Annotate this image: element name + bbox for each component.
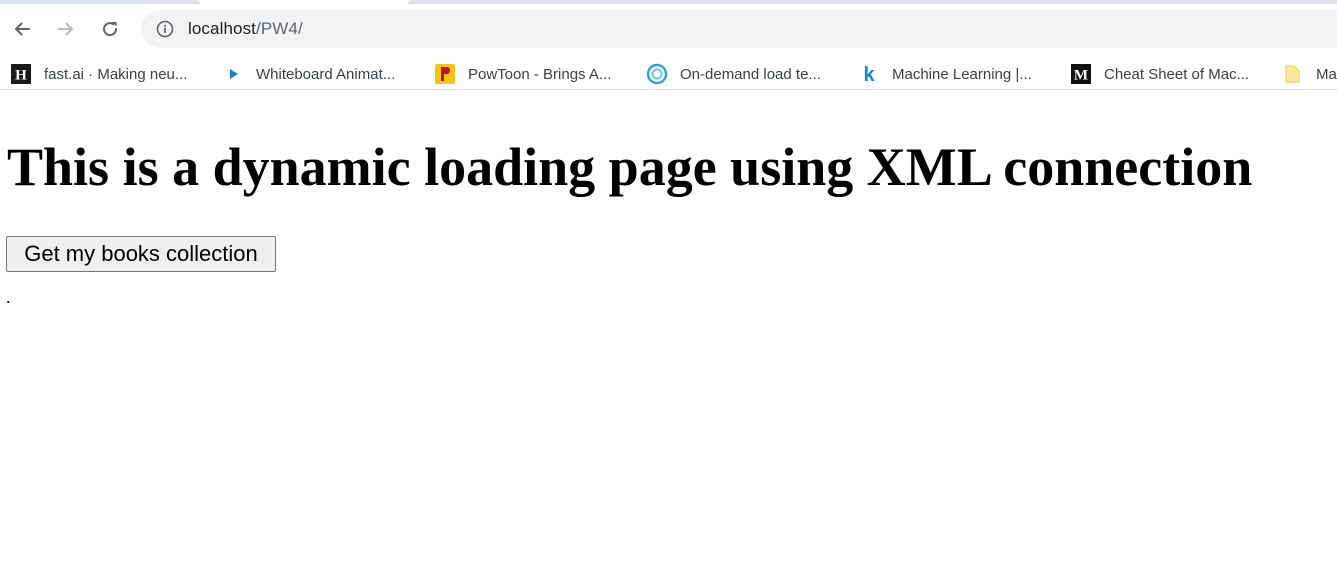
site-info-icon[interactable] [155, 19, 175, 39]
inactive-tab-left[interactable] [0, 0, 200, 4]
bookmark-label: fast.ai · Making neu... [44, 65, 188, 83]
bookmark-item[interactable]: k Machine Learning |... [858, 62, 1032, 86]
page-content: This is a dynamic loading page using XML… [0, 98, 1337, 580]
bookmark-label: PowToon - Brings A... [468, 65, 612, 83]
svg-text:H: H [15, 68, 27, 84]
k-icon: k [858, 63, 880, 85]
medium-m-icon: M [1070, 63, 1092, 85]
bookmark-item[interactable]: Whiteboard Animat... [222, 62, 395, 86]
back-button[interactable] [6, 13, 38, 45]
bookmark-label: On-demand load te... [680, 65, 821, 83]
bookmark-label: Cheat Sheet of Mac... [1104, 65, 1250, 83]
bookmark-label: Machine Learning |... [892, 65, 1032, 83]
bookmark-item[interactable]: PowToon - Brings A... [434, 62, 611, 86]
bookmark-item[interactable]: H fast.ai · Making neu... [10, 62, 187, 86]
get-books-button[interactable]: Get my books collection [6, 236, 276, 272]
powtoon-icon [434, 63, 456, 85]
svg-text:k: k [863, 64, 875, 85]
reload-button[interactable] [94, 13, 126, 45]
forward-button[interactable] [50, 13, 82, 45]
arrow-left-icon [15, 22, 30, 36]
fastai-h-icon: H [10, 63, 32, 85]
folder-icon [1282, 63, 1304, 85]
bookmark-item[interactable]: Ma [1282, 62, 1337, 86]
browser-toolbar: localhost/PW4/ [0, 5, 1337, 53]
bookmark-label: Whiteboard Animat... [256, 65, 396, 83]
bookmarks-bar: H fast.ai · Making neu... Whiteboard Ani… [0, 57, 1337, 90]
bookmark-item[interactable]: On-demand load te... [646, 62, 821, 86]
inactive-tab-right[interactable] [408, 0, 1337, 4]
page-title: This is a dynamic loading page using XML… [7, 137, 1253, 197]
bookmark-item[interactable]: M Cheat Sheet of Mac... [1070, 62, 1249, 86]
bookmark-label: Ma [1316, 65, 1337, 83]
books-result-output: . [6, 287, 11, 307]
url-host: localhost [188, 19, 256, 38]
url-path: /PW4/ [256, 19, 303, 38]
address-url: localhost/PW4/ [188, 19, 303, 39]
play-icon [222, 63, 244, 85]
arrow-right-icon [58, 22, 73, 36]
loadtest-icon [646, 63, 668, 85]
address-bar[interactable]: localhost/PW4/ [141, 10, 1337, 48]
svg-text:M: M [1074, 68, 1088, 84]
reload-icon [103, 22, 118, 37]
